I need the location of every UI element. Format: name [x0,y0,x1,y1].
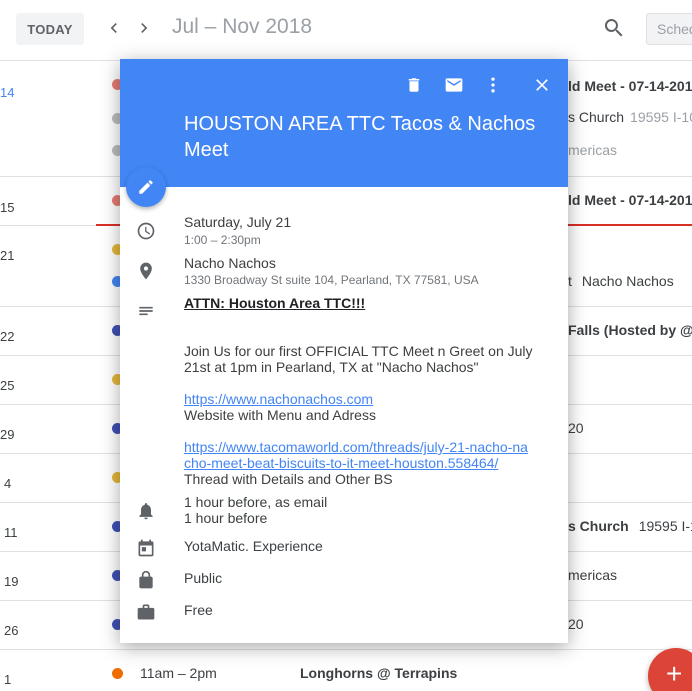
event-title[interactable]: 20 [568,420,584,436]
website-link[interactable]: https://www.nachonachos.com [184,391,373,407]
event-title[interactable]: t Nacho Nachos [568,273,674,289]
day-number[interactable]: 15 [0,200,14,215]
event-visibility: Public [184,570,223,586]
event-title[interactable]: mericas [568,567,617,583]
event-location: 19595 I-10 [638,518,692,534]
description-icon [139,306,153,316]
day-number[interactable]: 25 [0,378,14,393]
day-number[interactable]: 29 [0,427,14,442]
clock-icon [137,222,155,240]
event-title[interactable]: s Church 19595 I-10 [568,518,692,534]
event-time: 11am – 2pm [140,665,217,681]
briefcase-icon [137,604,155,620]
more-vert-icon [491,77,495,93]
today-button[interactable]: TODAY [16,13,84,45]
calendar-name: YotaMatic. Experience [184,538,323,554]
event-title[interactable]: ld Meet - 07-14-2018 [568,192,692,208]
pencil-icon [139,180,153,194]
day-number[interactable]: 21 [0,248,14,263]
event-title-heading: HOUSTON AREA TTC Tacos & Nachos Meet [184,113,536,161]
thread-link[interactable]: https://www.tacomaworld.com/threads/july… [184,439,528,471]
description-link-block: https://www.tacomaworld.com/threads/july… [184,439,534,487]
close-button[interactable] [530,73,554,97]
event-title-text: t [568,273,572,289]
event-color-dot [112,668,123,679]
popup-header: HOUSTON AREA TTC Tacos & Nachos Meet [120,59,568,187]
calendar-icon [138,539,154,557]
email-icon [445,78,463,92]
day-number[interactable]: 4 [4,476,11,491]
more-options-button[interactable] [481,73,505,97]
event-title[interactable]: Falls (Hosted by @r [568,322,692,338]
reminder-email: 1 hour before, as email [184,494,328,510]
chevron-left-icon [110,23,117,33]
close-icon [536,79,548,91]
chevron-right-icon [141,23,148,33]
event-location: Nacho Nachos [581,273,674,289]
edit-event-button[interactable] [126,167,166,207]
thread-link-note: Thread with Details and Other BS [184,471,393,487]
plus-icon: + [666,658,683,689]
description-intro: Join Us for our first OFFICIAL TTC Meet … [184,343,533,375]
location-name[interactable]: Nacho Nachos [184,255,276,271]
day-number[interactable]: 1 [4,672,11,687]
event-title[interactable]: 20 [568,616,584,632]
event-title[interactable]: Longhorns @ Terrapins [300,665,457,681]
previous-period-button[interactable] [102,16,126,40]
description-link-block: https://www.nachonachos.com Website with… [184,391,544,423]
event-title-text: s Church [568,109,625,125]
day-number[interactable]: 14 [0,85,14,100]
website-link-note: Website with Menu and Adress [184,407,376,423]
event-title[interactable]: ld Meet - 07-14-2018 [568,78,692,94]
search-icon [604,19,623,37]
day-number[interactable]: 26 [4,623,18,638]
event-availability: Free [184,602,213,618]
next-period-button[interactable] [132,16,156,40]
lock-icon [139,570,153,589]
event-time-range: 1:00 – 2:30pm [184,233,261,247]
location-address[interactable]: 1330 Broadway St suite 104, Pearland, TX… [184,273,479,287]
day-number[interactable]: 22 [0,329,14,344]
reminder-notification: 1 hour before [184,510,268,526]
bell-icon [139,503,153,520]
delete-button[interactable] [402,73,426,97]
day-number[interactable]: 11 [4,525,18,540]
row-divider [0,649,692,650]
event-title[interactable]: s Church 19595 I-10 [568,109,692,125]
trash-icon [408,78,420,92]
event-detail-popup: HOUSTON AREA TTC Tacos & Nachos Meet Sat… [120,59,568,643]
event-date: Saturday, July 21 [184,214,292,230]
event-title-text: s Church [568,518,629,534]
date-range-title: Jul – Nov 2018 [172,15,313,38]
event-location: 19595 I-10 [630,109,692,125]
day-number[interactable]: 19 [4,574,18,589]
email-guests-button[interactable] [442,73,466,97]
view-selector[interactable]: Schedule [646,13,692,45]
app-header: TODAY Jul – Nov 2018 Schedule [0,0,692,58]
event-title[interactable]: mericas [568,142,617,158]
search-button[interactable] [602,16,626,40]
location-pin-icon [140,262,152,280]
description-heading: ATTN: Houston Area TTC!!! [184,295,366,311]
